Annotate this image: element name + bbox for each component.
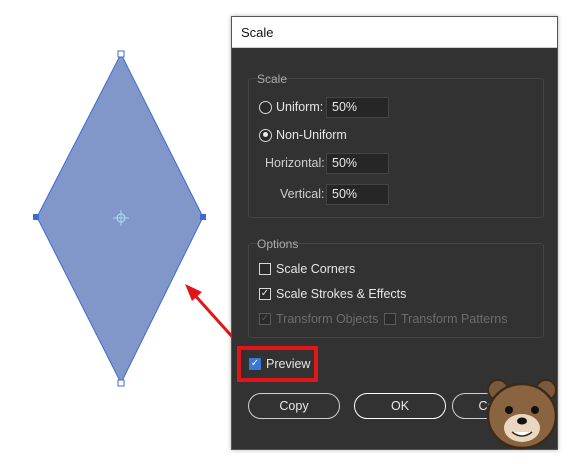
uniform-radio[interactable] xyxy=(259,100,272,114)
preview-highlight-box xyxy=(237,346,318,382)
transform-objects-row: ✓ Transform Objects xyxy=(259,312,378,326)
uniform-input[interactable]: 50% xyxy=(326,97,389,118)
scale-strokes-checkbox[interactable]: ✓ xyxy=(259,288,271,300)
vertical-label: Vertical: xyxy=(280,187,325,201)
non-uniform-radio-row[interactable]: Non-Uniform xyxy=(259,128,347,142)
handle-right[interactable] xyxy=(200,214,206,220)
dialog-title: Scale xyxy=(241,25,274,40)
uniform-label: Uniform: xyxy=(276,100,324,114)
vertical-input[interactable]: 50% xyxy=(326,184,389,205)
scale-group-title: Scale xyxy=(257,72,288,86)
bear-mascot-logo xyxy=(486,379,558,450)
scale-strokes-row[interactable]: ✓ Scale Strokes & Effects xyxy=(259,287,406,301)
transform-objects-checkbox: ✓ xyxy=(259,313,271,325)
dialog-titlebar[interactable]: Scale xyxy=(232,17,557,48)
non-uniform-label: Non-Uniform xyxy=(276,128,347,142)
uniform-radio-row[interactable]: Uniform: xyxy=(259,100,323,114)
non-uniform-radio[interactable] xyxy=(259,128,272,142)
transform-patterns-row: Transform Patterns xyxy=(384,312,508,326)
transform-patterns-label: Transform Patterns xyxy=(401,312,508,326)
transform-objects-label: Transform Objects xyxy=(276,312,379,326)
handle-bottom[interactable] xyxy=(117,379,125,387)
ok-button[interactable]: OK xyxy=(354,393,446,419)
handle-left[interactable] xyxy=(33,214,39,220)
horizontal-input[interactable]: 50% xyxy=(326,153,389,174)
transform-patterns-checkbox xyxy=(384,313,396,325)
copy-button[interactable]: Copy xyxy=(248,393,340,419)
scale-corners-row[interactable]: Scale Corners xyxy=(259,262,355,276)
options-group-title: Options xyxy=(257,237,299,251)
scale-strokes-label: Scale Strokes & Effects xyxy=(276,287,407,301)
horizontal-label: Horizontal: xyxy=(265,156,325,170)
handle-top[interactable] xyxy=(117,50,125,58)
scale-corners-label: Scale Corners xyxy=(276,262,356,276)
scale-corners-checkbox[interactable] xyxy=(259,263,271,275)
